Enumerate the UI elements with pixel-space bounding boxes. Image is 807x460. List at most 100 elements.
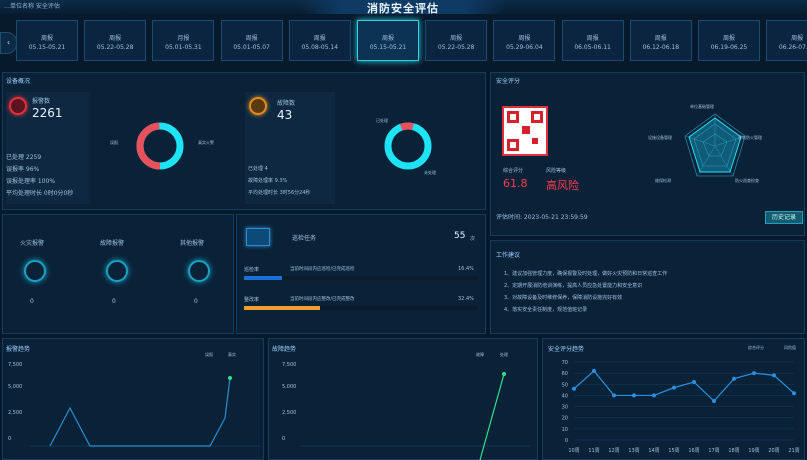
- fault-legend-top: 已处理: [376, 118, 388, 123]
- row2-desc: 当前时间段内应整改/已完成整改: [290, 297, 355, 302]
- row1-desc: 当前时间段内应巡检/已完成巡检: [290, 267, 355, 272]
- inspection-panel: [236, 214, 486, 334]
- tab-date: 05.15-05.21: [28, 44, 66, 51]
- trend-point[interactable]: [632, 393, 636, 398]
- tab-type: 周报: [381, 35, 394, 42]
- chart2-title: 故障趋势: [272, 346, 297, 353]
- trend-point[interactable]: [772, 373, 776, 378]
- row2-name: 整改率: [244, 297, 260, 303]
- fault-value: 43: [277, 108, 293, 122]
- tab-date: 05.15-05.21: [369, 44, 407, 51]
- qr-code[interactable]: [502, 106, 548, 156]
- row2-bar-fill: [244, 306, 320, 310]
- fault-line-3: 平均处理时长 3时56分24秒: [248, 190, 311, 196]
- fault-line-1: 已处理 4: [248, 166, 268, 172]
- alarm-legend-right: 真实火警: [198, 140, 214, 145]
- radar-label-3: 防火巡查检查: [735, 178, 759, 183]
- score-value: 61.8: [503, 177, 528, 190]
- tab-type: 周报: [40, 35, 53, 42]
- tab-item[interactable]: 周报 05.15-05.21: [357, 20, 419, 61]
- tab-item[interactable]: 周报 05.01-05.07: [220, 20, 283, 61]
- tab-item[interactable]: 周报 06.19-06.25: [698, 20, 760, 61]
- header-subtitle: …单位名称 安全评估: [4, 3, 60, 10]
- fault-donut: [384, 122, 432, 170]
- tab-date: 05.01-05.31: [165, 44, 202, 51]
- history-button[interactable]: 历史记录: [765, 211, 803, 224]
- trend-legend-2: 风险值: [784, 345, 796, 350]
- safety-title: 安全评分: [496, 78, 521, 85]
- trend-point[interactable]: [612, 393, 616, 398]
- tab-type: 周报: [245, 35, 258, 42]
- tab-date: 05.22-05.28: [96, 44, 134, 51]
- trend-point[interactable]: [652, 393, 656, 398]
- stat-value-2: 0: [112, 298, 116, 305]
- row1-name: 巡检率: [244, 267, 260, 273]
- trend-point[interactable]: [692, 380, 696, 385]
- trend-point[interactable]: [592, 368, 596, 373]
- chart1-legend-1: 误报: [205, 352, 213, 357]
- y-tick-label: 20: [562, 416, 568, 422]
- page-title: 消防安全评估: [300, 0, 506, 15]
- chart2-ytick-1: 7,500: [282, 362, 297, 368]
- radar-label-5: 设施设备管理: [648, 135, 672, 140]
- trend-point[interactable]: [752, 371, 756, 376]
- alarm-line-2: 误报率 96%: [6, 166, 40, 173]
- y-tick-label: 10: [562, 427, 568, 433]
- inspection-icon: [246, 228, 270, 246]
- eval-time: 评估时间: 2023-05-21 23:59:59: [496, 214, 588, 221]
- chart1-ytick-2: 5,000: [8, 384, 23, 390]
- x-tick-label: 21周: [788, 448, 799, 454]
- work-item-2: 2、定期开展消防培训演练，提高人员应急处置能力和安全意识: [504, 283, 643, 289]
- alarm-donut: [136, 122, 184, 170]
- work-item-3: 3、对故障设备及时维修保养，保障消防设施完好有效: [504, 295, 623, 301]
- tab-item[interactable]: 月报 05.01-05.31: [152, 20, 215, 61]
- trend-point[interactable]: [712, 399, 716, 403]
- tab-item[interactable]: 周报 06.05-06.11: [561, 20, 624, 61]
- tab-date: 05.01-05.07: [233, 44, 270, 51]
- y-tick-label: 30: [562, 405, 568, 411]
- inspection-unit: 次: [470, 236, 476, 242]
- tab-item[interactable]: 周报 05.08-05.14: [288, 20, 351, 61]
- x-tick-label: 12周: [608, 448, 619, 454]
- tab-item[interactable]: 周报 05.29-06.04: [493, 20, 556, 61]
- tab-type: 周报: [109, 35, 122, 42]
- work-item-4: 4、落实安全责任制度，规范值班记录: [504, 307, 588, 313]
- alarm-line-4: 平均处理时长 0时0分0秒: [6, 190, 74, 197]
- tab-item[interactable]: 周报 06.12-06.18: [629, 20, 692, 61]
- trend-point[interactable]: [732, 376, 736, 381]
- alarm-line-3: 误报处理率 100%: [6, 178, 56, 185]
- fault-donut-unhandled: [384, 122, 432, 170]
- trend-point[interactable]: [672, 385, 676, 390]
- row1-pct: 16.4%: [458, 266, 474, 272]
- score-label: 综合评分: [503, 168, 524, 174]
- y-tick-label: 50: [562, 382, 568, 388]
- other-alarm-icon: [188, 260, 210, 282]
- tab-item[interactable]: 周报 05.22-05.28: [84, 20, 147, 61]
- radar-label-4: 维保检测: [655, 178, 671, 183]
- radar-chart: [684, 113, 746, 177]
- x-tick-label: 19周: [748, 448, 759, 454]
- trend-legend-1: 综合评分: [748, 345, 764, 350]
- row2-bar: [244, 306, 478, 310]
- tab-type: 周报: [791, 35, 804, 42]
- radar-label-2: 建筑防火管理: [738, 135, 762, 140]
- work-title: 工作建议: [496, 252, 521, 259]
- trend-point[interactable]: [792, 391, 796, 396]
- y-tick-label: 40: [562, 393, 568, 399]
- chart1-ytick-1: 7,500: [8, 362, 23, 368]
- chart2-plot: [300, 372, 530, 460]
- alarm-legend-left: 误报: [110, 140, 118, 145]
- overview-title: 设备概况: [6, 78, 31, 85]
- chart2-legend-2: 处理: [500, 352, 508, 357]
- back-button[interactable]: ‹: [0, 32, 17, 54]
- stat-label-1: 火灾报警: [20, 240, 45, 247]
- tab-item[interactable]: 周报 06.26-07.02: [766, 20, 807, 61]
- tab-item[interactable]: 周报 05.15-05.21: [16, 20, 78, 61]
- trend-chart: 70 60 50 40 30 20 10 010周 11周 12周 13周 14周 15周 16周 17周 1…: [562, 360, 800, 454]
- fault-icon: [249, 97, 267, 115]
- trend-point[interactable]: [572, 386, 576, 391]
- alarm-line-1: 已处理 2259: [6, 154, 42, 161]
- x-tick-label: 16周: [688, 448, 699, 454]
- tab-item[interactable]: 周报 05.22-05.28: [425, 20, 488, 61]
- tab-type: 周报: [518, 35, 531, 42]
